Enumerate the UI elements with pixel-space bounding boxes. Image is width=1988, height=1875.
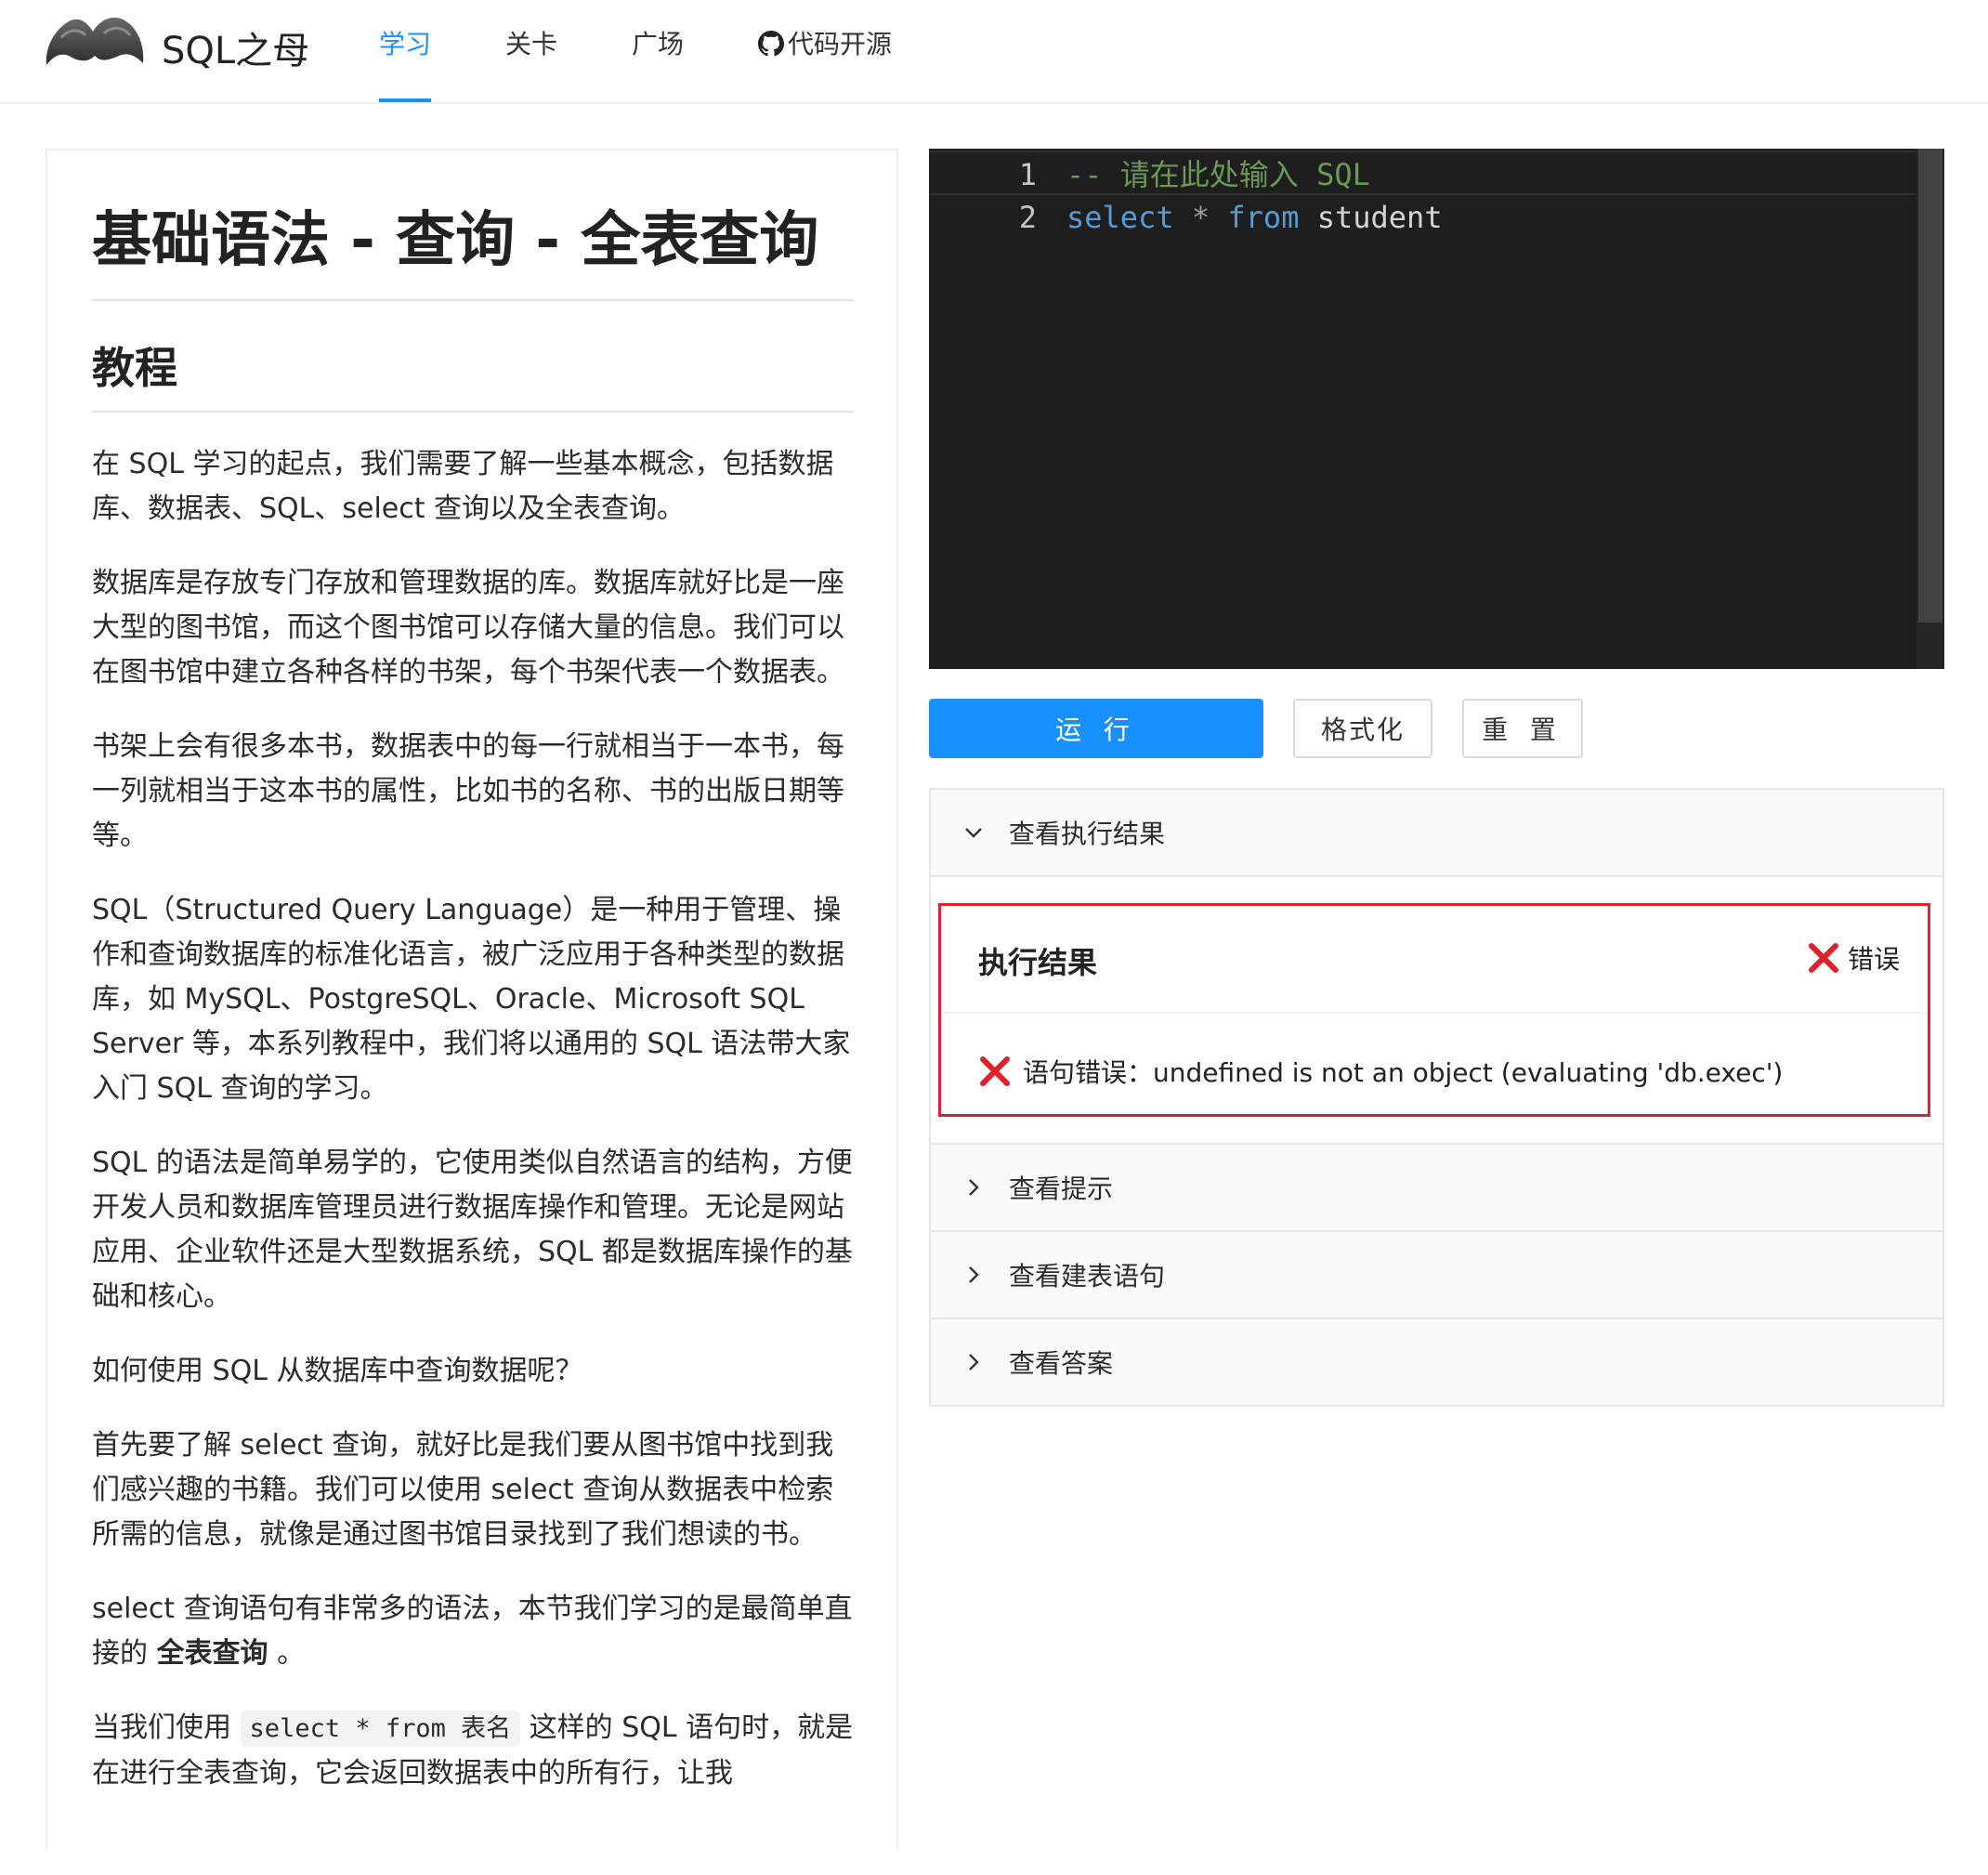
brand-title[interactable]: SQL之母 xyxy=(162,20,309,74)
result-title: 执行结果 xyxy=(978,945,1098,980)
status-badge: 错误 xyxy=(1807,939,1900,977)
chevron-right-icon xyxy=(969,1179,979,1196)
error-message-text: 语句错误：undefined is not an object (evaluat… xyxy=(1023,1057,1784,1088)
line-number: 2 xyxy=(1018,200,1037,235)
paragraph-2: 数据库是存放专门存放和管理数据的库。数据库就好比是一座大型的图书馆，而这个图书馆… xyxy=(92,567,844,688)
panel-header-result-label: 查看执行结果 xyxy=(1009,819,1166,849)
panel-header-create-table[interactable]: 查看建表语句 xyxy=(931,1232,1942,1318)
error-message: 语句错误：undefined is not an object (evaluat… xyxy=(978,1053,1783,1090)
chevron-down-icon xyxy=(965,828,982,838)
paragraph-3: 书架上会有很多本书，数据表中的每一行就相当于一本书，每一列就相当于这本书的属性，… xyxy=(92,730,844,852)
nav-tab-levels[interactable]: 关卡 xyxy=(505,28,557,102)
paragraph-9-text: 当我们使用 xyxy=(92,1711,241,1744)
divider xyxy=(941,1012,1928,1014)
top-navbar: SQL之母 学习 关卡 广场 代码开源 xyxy=(0,0,1988,104)
editor-line[interactable]: 1 -- 请在此处输入 SQL xyxy=(929,151,1916,195)
nav-tab-learn[interactable]: 学习 xyxy=(379,28,432,102)
chevron-right-icon xyxy=(969,1354,979,1370)
editor-line-code: select * from student xyxy=(1066,195,1443,240)
panel-header-create-table-label: 查看建表语句 xyxy=(1009,1261,1166,1292)
editor-scrollbar[interactable] xyxy=(1916,149,1944,669)
paragraph-1: 在 SQL 学习的起点，我们需要了解一些基本概念，包括数据库、数据表、SQL、s… xyxy=(92,448,834,525)
error-x-icon xyxy=(980,1056,1010,1086)
nav-tab-levels-label: 关卡 xyxy=(505,29,558,59)
page-title: 基础语法 - 查询 - 全表查询 xyxy=(92,199,854,301)
logo-icon[interactable] xyxy=(43,9,147,76)
nav-tab-open-source-label: 代码开源 xyxy=(788,29,893,59)
paragraph-4: SQL（Structured Query Language）是一种用于管理、操作… xyxy=(92,894,851,1105)
line-number: 1 xyxy=(1018,157,1037,192)
error-x-icon xyxy=(1808,943,1838,973)
status-text: 错误 xyxy=(1847,944,1900,975)
panel-header-hint-label: 查看提示 xyxy=(1009,1174,1114,1204)
paragraph-5: SQL 的语法是简单易学的，它使用类似自然语言的结构，方便开发人员和数据库管理员… xyxy=(92,1147,853,1313)
nav-tab-open-source[interactable]: 代码开源 xyxy=(758,28,892,102)
code-operator-star: * xyxy=(1191,200,1210,235)
nav-tab-learn-label: 学习 xyxy=(379,29,432,59)
panel-header-answer[interactable]: 查看答案 xyxy=(931,1319,1942,1405)
inline-code: select * from 表名 xyxy=(240,1711,521,1747)
editor-line-code: -- 请在此处输入 SQL xyxy=(1066,152,1370,197)
paragraph-6: 如何使用 SQL 从数据库中查询数据呢？ xyxy=(92,1355,583,1387)
paragraph-8: select 查询语句有非常多的语法，本节我们学习的是最简单直接的 全表查询 。 xyxy=(92,1587,854,1676)
reset-button[interactable]: 重 置 xyxy=(1462,699,1583,758)
active-tab-underline xyxy=(379,98,432,102)
github-icon xyxy=(758,31,784,57)
emphasis-full-table-query: 全表查询 xyxy=(156,1637,268,1670)
result-card: 执行结果 错误 语句错误：undefined is not an object … xyxy=(938,903,1930,1117)
code-identifier-table: student xyxy=(1316,200,1443,235)
code-keyword-from: from xyxy=(1227,200,1300,235)
paragraph-9: 当我们使用 select * from 表名 这样的 SQL 语句时，就是在进行… xyxy=(92,1706,854,1796)
run-button[interactable]: 运 行 xyxy=(929,699,1263,758)
nav-tab-plaza[interactable]: 广场 xyxy=(632,28,684,102)
panel-header-answer-label: 查看答案 xyxy=(1009,1348,1114,1379)
editor-scrollbar-thumb[interactable] xyxy=(1918,149,1942,623)
nav-tab-plaza-label: 广场 xyxy=(632,29,685,59)
paragraph-8-end: 。 xyxy=(268,1637,306,1670)
format-button[interactable]: 格式化 xyxy=(1293,699,1432,758)
chevron-right-icon xyxy=(969,1266,979,1283)
section-heading: 教程 xyxy=(92,338,854,413)
editor-line[interactable]: 2 select * from student xyxy=(929,195,1916,240)
code-keyword-select: select xyxy=(1066,200,1174,235)
panel-header-result[interactable]: 查看执行结果 xyxy=(931,790,1942,875)
panel-header-hint[interactable]: 查看提示 xyxy=(931,1145,1942,1230)
panel-body-result: 执行结果 错误 语句错误：undefined is not an object … xyxy=(931,877,1942,1143)
result-collapse: 查看执行结果 执行结果 错误 语句错误：undefined is not an … xyxy=(929,788,1944,1407)
sql-code-editor[interactable]: 1 -- 请在此处输入 SQL 2 select * from student xyxy=(929,149,1944,669)
tutorial-article[interactable]: 基础语法 - 查询 - 全表查询 教程 在 SQL 学习的起点，我们需要了解一些… xyxy=(46,149,898,1849)
paragraph-7: 首先要了解 select 查询，就好比是我们要从图书馆中找到我们感兴趣的书籍。我… xyxy=(92,1429,834,1551)
code-comment: -- 请在此处输入 SQL xyxy=(1066,157,1370,192)
